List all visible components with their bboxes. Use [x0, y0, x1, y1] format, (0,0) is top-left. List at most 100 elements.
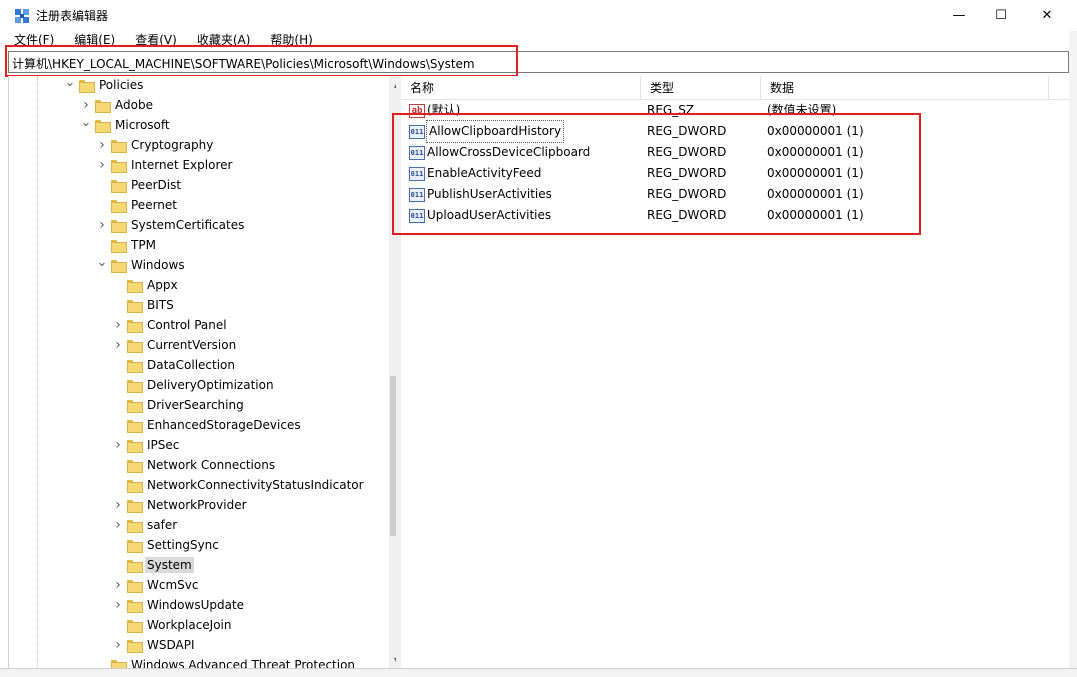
tree-item[interactable]: › Cryptography [96, 135, 215, 155]
chevron-right-icon[interactable]: › [112, 575, 124, 595]
scroll-down-arrow-icon[interactable]: ▼ [389, 652, 396, 668]
tree-item[interactable]: DeliveryOptimization [112, 375, 276, 395]
folder-icon [111, 179, 127, 193]
tree-item[interactable]: BITS [112, 295, 176, 315]
folder-icon [127, 399, 143, 413]
tree-item[interactable]: NetworkConnectivityStatusIndicator [112, 475, 366, 495]
registry-editor-window: 注册表编辑器 — ☐ ✕ 文件(F) 编辑(E) 查看(V) 收藏夹(A) 帮助… [0, 0, 1077, 677]
list-header: 名称 类型 数据 [401, 76, 1069, 100]
tree-item[interactable]: Peernet [96, 195, 179, 215]
folder-icon [111, 139, 127, 153]
folder-icon [127, 579, 143, 593]
tree-item-label: Adobe [115, 98, 153, 112]
chevron-right-icon[interactable]: › [112, 635, 124, 655]
tree-item[interactable]: › WSDAPI [112, 635, 197, 655]
tree-item[interactable]: ⌄ Microsoft [80, 115, 172, 135]
chevron-down-icon[interactable]: ⌄ [96, 252, 108, 272]
tree-item-label: WindowsUpdate [147, 598, 245, 612]
tree-item[interactable]: › NetworkProvider [112, 495, 249, 515]
registry-editor-icon [15, 9, 29, 23]
chevron-right-icon[interactable]: › [96, 215, 108, 235]
column-header-name[interactable]: 名称 [401, 76, 641, 100]
tree-item[interactable]: Windows Advanced Threat Protection [96, 655, 357, 668]
folder-icon [127, 539, 143, 553]
tree-item[interactable]: WorkplaceJoin [112, 615, 234, 635]
tree-item-label: TPM [131, 238, 156, 252]
tree-item[interactable]: EnhancedStorageDevices [112, 415, 303, 435]
tree-item[interactable]: › Control Panel [112, 315, 229, 335]
folder-icon [127, 479, 143, 493]
chevron-right-icon[interactable]: › [96, 135, 108, 155]
window-right-edge [1069, 31, 1077, 677]
folder-icon [127, 279, 143, 293]
tree-item-label: DeliveryOptimization [147, 378, 274, 392]
folder-icon [111, 259, 127, 273]
column-header-type[interactable]: 类型 [641, 76, 761, 100]
tree-item[interactable]: ⌄ Windows [96, 255, 187, 275]
title-bar[interactable]: 注册表编辑器 — ☐ ✕ [0, 0, 1077, 31]
folder-icon [127, 499, 143, 513]
tree-item-label: Microsoft [115, 118, 170, 132]
chevron-right-icon[interactable]: › [112, 515, 124, 535]
tree-item-label: CurrentVersion [147, 338, 237, 352]
tree-item-label: NetworkConnectivityStatusIndicator [147, 478, 364, 492]
tree-item[interactable]: DataCollection [112, 355, 237, 375]
tree-item[interactable]: Network Connections [112, 455, 277, 475]
chevron-right-icon[interactable]: › [96, 155, 108, 175]
scroll-up-arrow-icon[interactable]: ▲ [389, 76, 396, 92]
tree-item-label: NetworkProvider [147, 498, 247, 512]
folder-icon [79, 79, 95, 93]
tree-item-label: DataCollection [147, 358, 236, 372]
tree-item[interactable]: › WcmSvc [112, 575, 200, 595]
folder-icon [127, 459, 143, 473]
tree-item[interactable]: › SystemCertificates [96, 215, 246, 235]
tree-item-label: WcmSvc [147, 578, 199, 592]
chevron-right-icon[interactable]: › [112, 435, 124, 455]
tree-item[interactable]: DriverSearching [112, 395, 246, 415]
folder-icon [127, 419, 143, 433]
tree-item[interactable]: › Internet Explorer [96, 155, 234, 175]
column-header-data[interactable]: 数据 [761, 76, 1049, 100]
chevron-down-icon[interactable]: ⌄ [80, 112, 92, 132]
tree-item[interactable]: SettingSync [112, 535, 221, 555]
close-button[interactable]: ✕ [1024, 0, 1070, 31]
tree-item[interactable]: › WindowsUpdate [112, 595, 246, 615]
key-tree-pane[interactable]: ⌄ Policies › Adobe ⌄ Microsoft › Cryptography › I… [8, 76, 396, 668]
chevron-right-icon[interactable]: › [112, 595, 124, 615]
tree-item[interactable]: › safer [112, 515, 179, 535]
tree-item[interactable]: Appx [112, 275, 180, 295]
window-title: 注册表编辑器 [36, 9, 109, 23]
minimize-button[interactable]: — [936, 0, 982, 31]
tree-item-label: SystemCertificates [131, 218, 245, 232]
window-bottom-edge [0, 668, 1077, 677]
tree-item[interactable]: ⌄ Policies [64, 76, 145, 95]
tree-item[interactable]: › CurrentVersion [112, 335, 238, 355]
chevron-right-icon[interactable]: › [112, 335, 124, 355]
tree-item-label: System [145, 557, 194, 573]
maximize-button[interactable]: ☐ [978, 0, 1024, 31]
chevron-right-icon[interactable]: › [112, 315, 124, 335]
tree-item-label: IPSec [147, 438, 180, 452]
folder-icon [111, 219, 127, 233]
tree-item[interactable]: › IPSec [112, 435, 181, 455]
folder-icon [127, 639, 143, 653]
values-highlight-box [392, 113, 921, 235]
folder-icon [127, 519, 143, 533]
tree-item[interactable]: PeerDist [96, 175, 183, 195]
tree-guide-line [37, 76, 38, 668]
folder-icon [127, 299, 143, 313]
tree-item[interactable]: System [112, 555, 194, 575]
tree-item-label: PeerDist [131, 178, 182, 192]
folder-icon [95, 99, 111, 113]
tree-item-label: Policies [99, 78, 144, 92]
chevron-down-icon[interactable]: ⌄ [64, 76, 76, 92]
tree-item-label: Appx [147, 278, 178, 292]
chevron-right-icon[interactable]: › [112, 495, 124, 515]
